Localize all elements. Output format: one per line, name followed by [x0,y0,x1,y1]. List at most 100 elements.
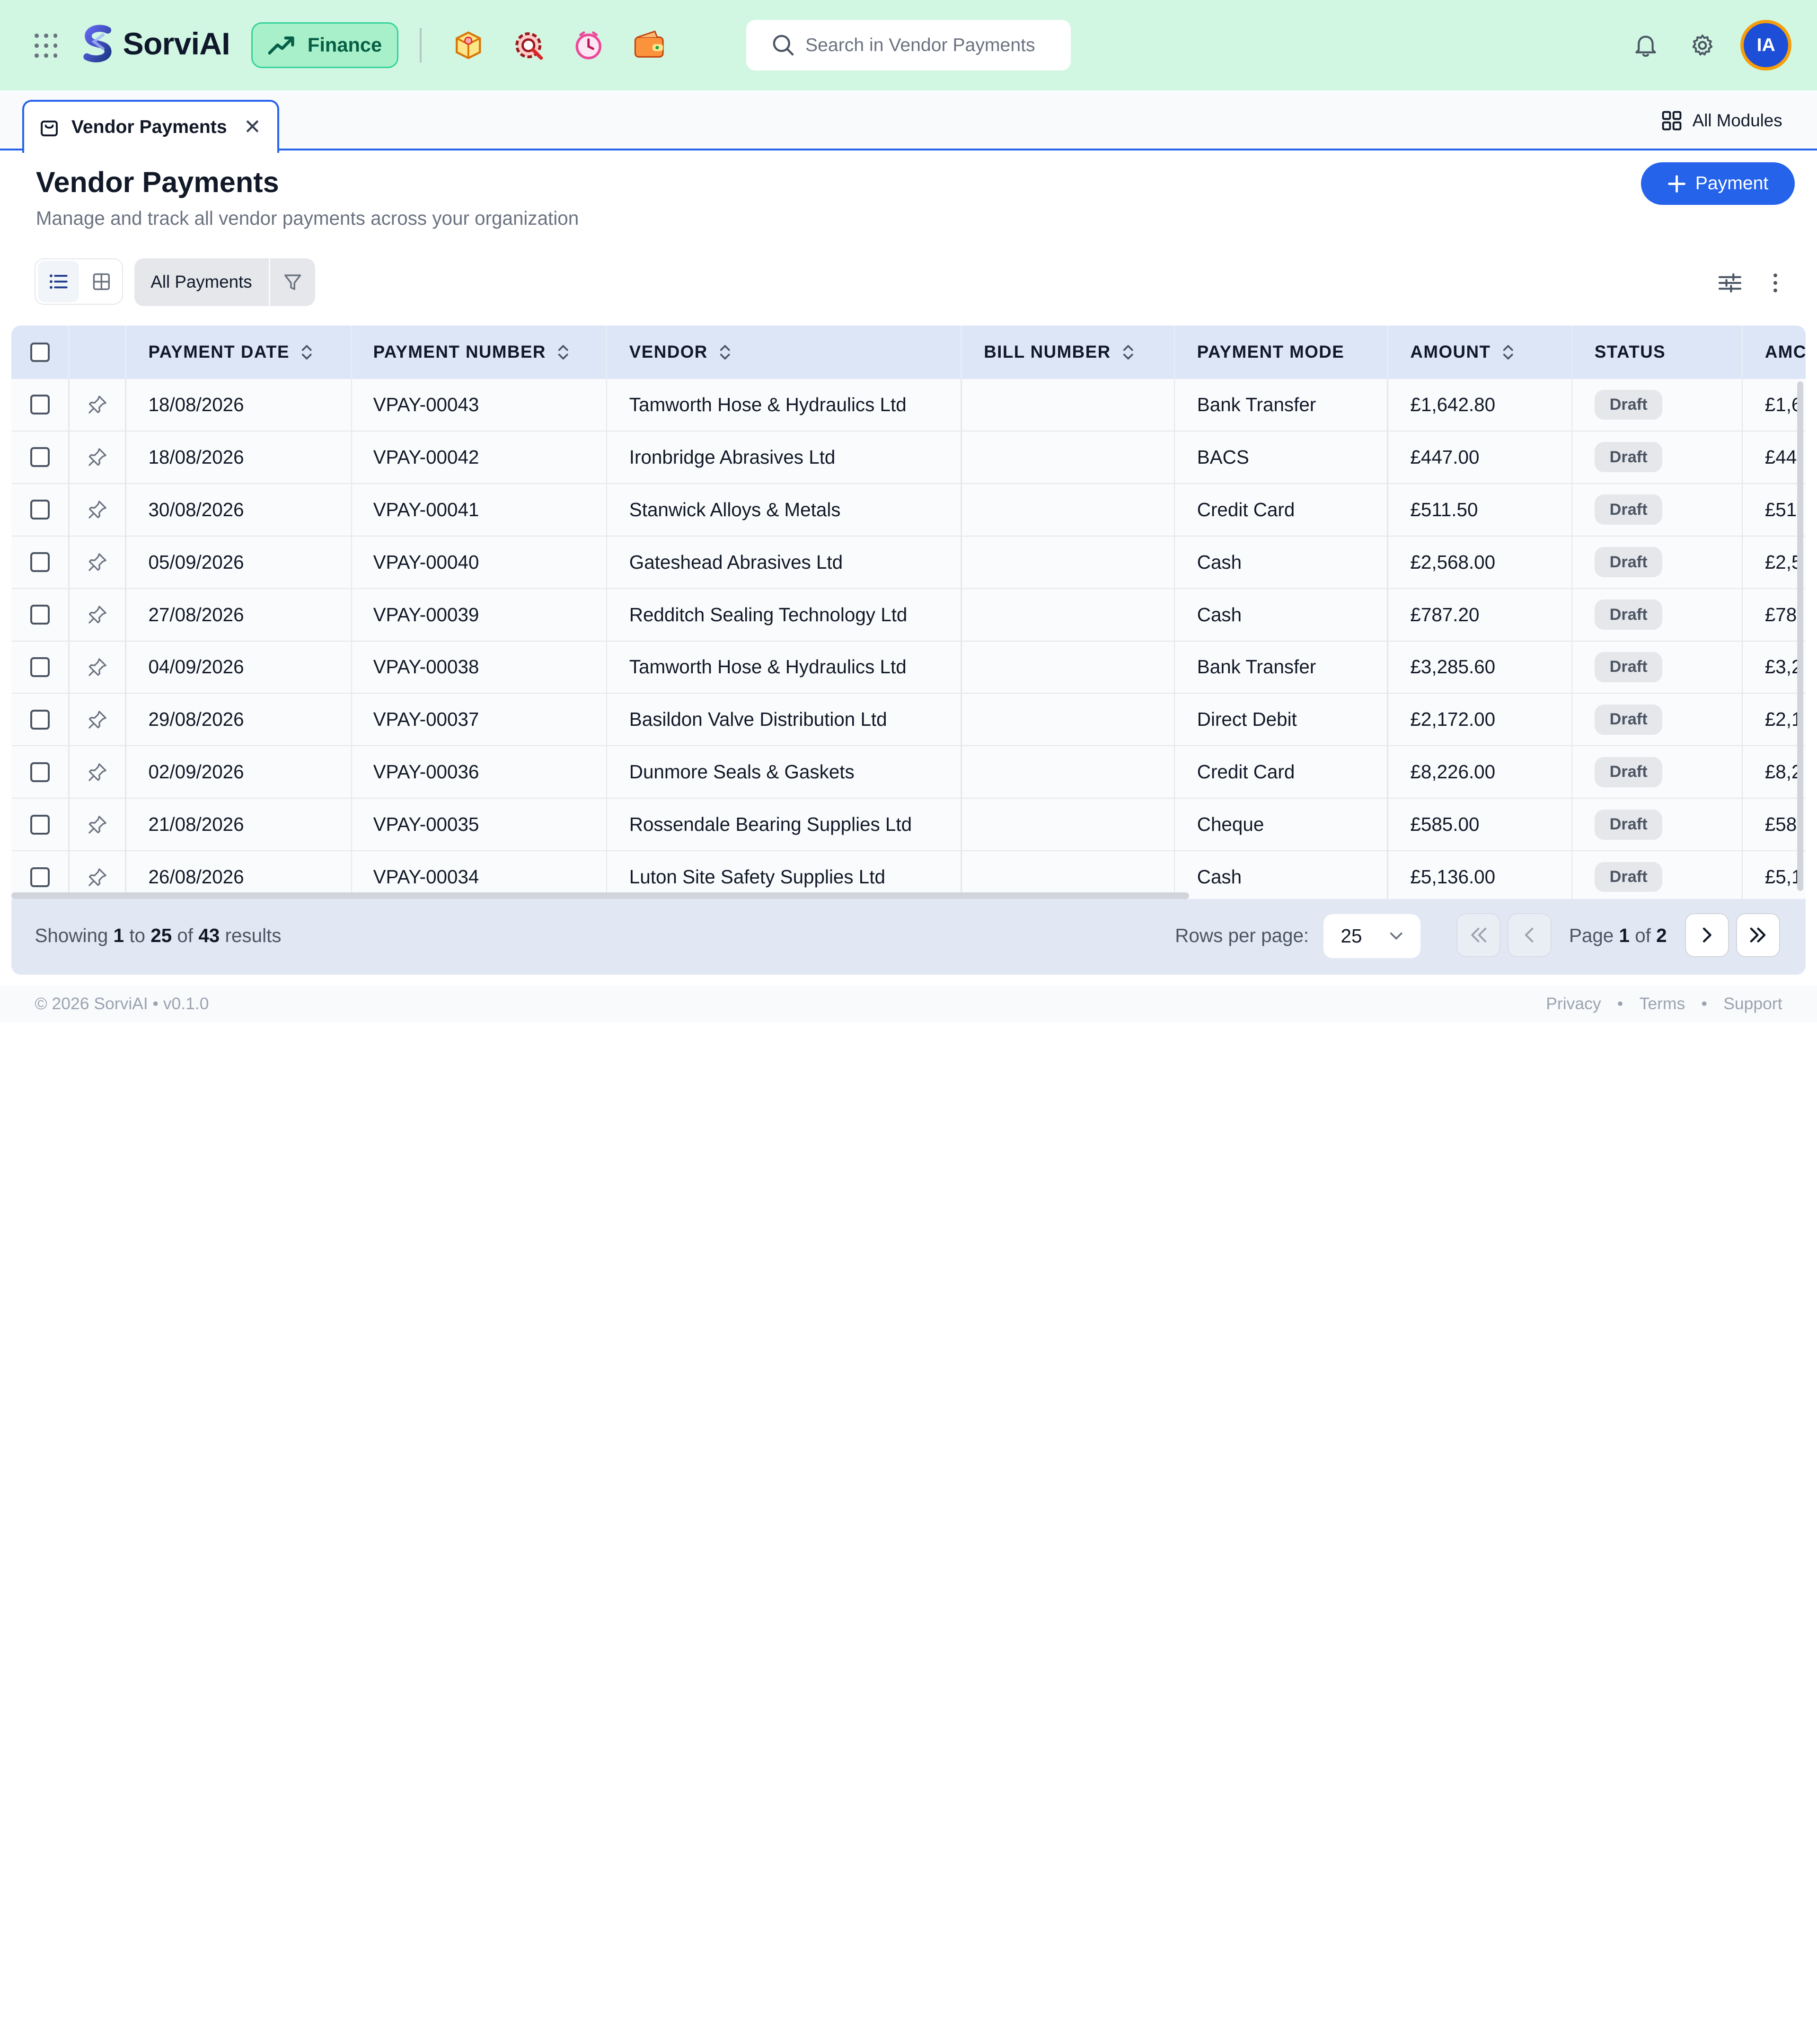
tab-vendor-payments[interactable]: Vendor Payments ✕ [22,99,280,153]
column-divider [1571,799,1573,851]
service-gear-icon[interactable] [511,28,546,62]
cell-payment-number[interactable]: VPAY-00037 [373,694,600,745]
app-launcher-icon[interactable] [35,34,60,59]
summary-total: 43 [198,925,220,947]
table-row[interactable]: 18/08/2026 VPAY-00042 Ironbridge Abrasives… [11,431,1806,484]
table-row[interactable]: 29/08/2026 VPAY-00037 Basildon Valve Distr… [11,694,1806,747]
gear-icon[interactable] [1690,33,1715,58]
cell-status: Draft [1594,484,1722,536]
cell-payment-number[interactable]: VPAY-00041 [373,484,600,536]
table-row[interactable]: 18/08/2026 VPAY-00043 Tamworth Hose & Hydr… [11,379,1806,432]
all-modules-button[interactable]: All Modules [1661,110,1782,131]
col-amount[interactable]: AMOUNT [1410,326,1572,379]
row-checkbox[interactable] [30,867,50,887]
col-payment-number[interactable]: PAYMENT NUMBER [373,326,605,379]
support-link[interactable]: Support [1723,994,1782,1013]
cell-vendor[interactable]: Stanwick Alloys & Metals [629,484,954,536]
add-payment-button[interactable]: Payment [1641,162,1795,205]
cell-vendor[interactable]: Gateshead Abrasives Ltd [629,537,954,588]
table-row[interactable]: 02/09/2026 VPAY-00036 Dunmore Seals & Gask… [11,746,1806,799]
cell-vendor[interactable]: Ironbridge Abrasives Ltd [629,432,954,483]
grid-view-button[interactable] [81,261,122,302]
cell-payment-number[interactable]: VPAY-00039 [373,589,600,641]
more-options-icon[interactable] [1763,270,1788,296]
wallet-icon[interactable] [632,28,666,62]
cell-amc: £51 [1764,498,1797,520]
column-divider [606,589,608,641]
last-page-button[interactable] [1736,913,1780,957]
cell-vendor[interactable]: Redditch Sealing Technology Ltd [629,589,954,641]
pin-icon[interactable] [87,657,108,678]
cell-vendor[interactable]: Dunmore Seals & Gaskets [629,746,954,798]
cell-payment-number[interactable]: VPAY-00040 [373,537,600,588]
brand-logo[interactable]: SorviAI [78,23,230,65]
pin-icon[interactable] [87,814,108,835]
previous-page-button[interactable] [1508,913,1552,957]
next-page-button[interactable] [1685,913,1729,957]
pin-icon[interactable] [87,552,108,573]
pin-icon[interactable] [87,867,108,888]
row-checkbox[interactable] [30,395,50,415]
row-checkbox[interactable] [30,762,50,782]
table-row[interactable]: 21/08/2026 VPAY-00035 Rossendale Bearing S… [11,799,1806,852]
pin-icon[interactable] [87,394,108,415]
finance-module-chip[interactable]: Finance [251,22,399,69]
first-page-button[interactable] [1456,913,1501,957]
cell-bill-number [984,432,1169,483]
cell-payment-number[interactable]: VPAY-00038 [373,642,600,693]
rows-per-page-select[interactable]: 25 [1323,914,1421,959]
summary-to-word: to [129,925,146,947]
time-clock-icon[interactable] [571,28,606,62]
cell-payment-number[interactable]: VPAY-00035 [373,799,600,850]
pin-icon[interactable] [87,499,108,520]
bell-icon[interactable] [1633,33,1658,58]
column-divider [606,326,608,379]
row-checkbox[interactable] [30,657,50,677]
pin-icon[interactable] [87,604,108,625]
adjust-columns-icon[interactable] [1717,270,1743,296]
col-amc[interactable]: AMC [1765,326,1806,379]
table-row[interactable]: 05/09/2026 VPAY-00040 Gateshead Abrasives … [11,536,1806,589]
column-divider [1741,536,1743,588]
pin-icon[interactable] [87,709,108,730]
global-search[interactable] [746,19,1071,71]
row-checkbox[interactable] [30,447,50,467]
col-bill-number[interactable]: BILL NUMBER [984,326,1181,379]
procurement-box-icon[interactable] [451,28,485,62]
select-all-checkbox[interactable] [30,342,50,362]
cell-vendor[interactable]: Tamworth Hose & Hydraulics Ltd [629,642,954,693]
list-view-button[interactable] [38,261,79,303]
cell-payment-number[interactable]: VPAY-00036 [373,746,600,798]
column-divider [351,641,353,693]
close-icon[interactable]: ✕ [244,115,261,139]
saved-filter-chip[interactable]: All Payments [134,258,316,306]
col-amount-label: AMOUNT [1410,342,1491,362]
cell-payment-number[interactable]: VPAY-00042 [373,432,600,483]
vertical-scrollbar[interactable] [1797,381,1803,891]
col-payment-date[interactable]: PAYMENT DATE [148,326,357,379]
table-row[interactable]: 04/09/2026 VPAY-00038 Tamworth Hose & Hydr… [11,641,1806,694]
row-checkbox[interactable] [30,500,50,520]
terms-link[interactable]: Terms [1640,994,1685,1013]
row-checkbox[interactable] [30,552,50,572]
table-row[interactable]: 27/08/2026 VPAY-00039 Redditch Sealing Tec… [11,589,1806,642]
cell-vendor[interactable]: Rossendale Bearing Supplies Ltd [629,799,954,850]
col-vendor[interactable]: VENDOR [629,326,954,379]
table-row[interactable]: 30/08/2026 VPAY-00041 Stanwick Alloys & Me… [11,484,1806,537]
privacy-link[interactable]: Privacy [1546,994,1601,1013]
cell-vendor[interactable]: Basildon Valve Distribution Ltd [629,694,954,745]
row-checkbox[interactable] [30,605,50,625]
cell-vendor[interactable]: Tamworth Hose & Hydraulics Ltd [629,379,954,431]
column-divider [1387,851,1388,903]
row-checkbox[interactable] [30,814,50,835]
user-avatar[interactable]: IA [1740,19,1792,71]
pin-icon[interactable] [87,447,108,467]
column-divider [125,379,126,431]
pin-icon[interactable] [87,762,108,783]
column-divider [606,379,608,431]
cell-payment-number[interactable]: VPAY-00043 [373,379,600,431]
filter-button[interactable] [270,273,316,291]
row-checkbox[interactable] [30,710,50,730]
search-input[interactable] [805,35,1060,56]
horizontal-scrollbar[interactable] [11,892,1189,899]
